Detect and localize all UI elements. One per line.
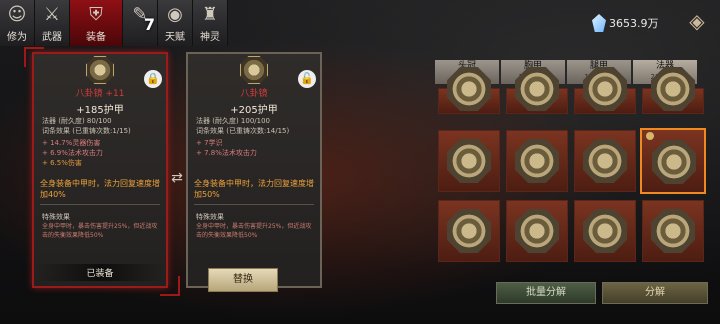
crystal-icon [592, 14, 606, 32]
special-effect-desc: 全身中甲时，暴击伤害提升25%，但近战攻击的失衡效果降低50% [196, 223, 312, 239]
tab-label: 武器 [42, 32, 62, 43]
set-bonus-highlight: 全身装备中甲时，法力回复速度增加40% [40, 179, 160, 199]
tab-equipment[interactable]: ⛨ 装备 [70, 0, 123, 46]
bagua-mirror-icon [583, 139, 627, 183]
inventory-slot[interactable] [574, 67, 636, 114]
item-name: 八卦镜 +11 [75, 89, 125, 99]
bagua-mirror-icon [652, 140, 696, 184]
tab-talent[interactable]: ◉ 天赋 [158, 0, 193, 46]
bagua-mirror-icon [515, 209, 559, 253]
talent-icon: ◉ [167, 4, 183, 25]
special-effect-title: 特殊效果 [42, 213, 70, 221]
affix-header: 词条效果 (已重铸次数:1/15) [42, 127, 131, 135]
inventory-slot[interactable] [438, 200, 500, 262]
affix-line: + 7.8%法术攻击力 [196, 149, 257, 157]
inventory-slot[interactable] [506, 200, 568, 262]
equipped-dot-icon [646, 132, 654, 140]
decompose-button[interactable]: 分解 [602, 282, 708, 304]
tab-weapons[interactable]: ⚔ 武器 [35, 0, 70, 46]
main-stat: +205护甲 [230, 105, 278, 116]
crossed-swords-icon: ⚔ [43, 4, 61, 25]
affix-line: + 7学识 [196, 139, 223, 147]
equipped-label: 已装备 [34, 264, 166, 281]
inventory-slot[interactable] [574, 200, 636, 262]
special-effect-desc: 全身中甲时，暴击伤害提升25%，但近战攻击的失衡效果降低50% [42, 223, 158, 239]
inventory-slot[interactable] [506, 67, 568, 114]
affix-line-gold: + 6.5%伤害 [42, 159, 82, 167]
swap-arrows-icon: ⇄ [171, 170, 183, 186]
equipment-tabs: ☺ 修为 ⚔ 武器 ⛨ 装备 ✎ 7 ◉ 天赋 ♜ 神灵 [0, 0, 228, 46]
divider [194, 204, 314, 205]
affix-header: 词条效果 (已重铸次数:14/15) [196, 127, 290, 135]
inventory-slot[interactable] [642, 200, 704, 262]
bagua-mirror-icon [447, 67, 491, 111]
batch-decompose-button[interactable]: 批量分解 [496, 282, 596, 304]
set-bonus-highlight: 全身装备中甲时，法力回复速度增加50% [194, 179, 314, 199]
bagua-mirror-icon [515, 139, 559, 183]
replace-button[interactable]: 替换 [208, 268, 278, 292]
armor-icon: ⛨ [89, 4, 103, 25]
main-stat: +185护甲 [76, 105, 124, 116]
currency-display: 3653.9万 [592, 12, 662, 34]
bagua-mirror-icon [651, 209, 695, 253]
divider [40, 204, 160, 205]
item-name: 八卦镜 [240, 89, 268, 99]
item-type: 法器 (耐久度) 100/100 [196, 117, 270, 125]
inventory-slot[interactable] [642, 67, 704, 114]
tab-label: 天赋 [165, 32, 185, 43]
inventory-slot[interactable] [438, 130, 500, 192]
currency-amount: 3653.9万 [609, 17, 659, 30]
inventory-slot[interactable] [574, 130, 636, 192]
item-type: 法器 (耐久度) 80/100 [42, 117, 112, 125]
affix-line: + 14.7%灵器伤害 [42, 139, 101, 147]
portrait-icon: ☺ [7, 4, 27, 25]
bagua-mirror-icon [240, 56, 268, 84]
tab-deity[interactable]: ♜ 神灵 [193, 0, 228, 46]
compare-item-card[interactable]: 🔓 八卦镜 +205护甲 法器 (耐久度) 100/100 词条效果 (已重铸次… [186, 52, 322, 288]
affix-line: + 6.9%法术攻击力 [42, 149, 103, 157]
tab-scroll[interactable]: ✎ 7 [123, 0, 158, 46]
special-effect-title: 特殊效果 [196, 213, 224, 221]
inventory-slot-selected[interactable] [640, 128, 706, 194]
tab-label: 装备 [86, 32, 106, 43]
tab-cultivation[interactable]: ☺ 修为 [0, 0, 35, 46]
inventory-slot[interactable] [506, 130, 568, 192]
bagua-mirror-icon [447, 209, 491, 253]
bagua-mirror-icon [583, 209, 627, 253]
back-icon[interactable]: ◈ [684, 8, 710, 34]
tab-label: 神灵 [200, 32, 220, 43]
tab-label: 修为 [7, 32, 27, 43]
equipped-item-card[interactable]: 🔒 八卦镜 +11 +185护甲 法器 (耐久度) 80/100 词条效果 (已… [32, 52, 168, 288]
notification-badge: 7 [143, 15, 155, 34]
inventory-slot[interactable] [438, 67, 500, 114]
statue-icon: ♜ [201, 4, 219, 25]
bagua-mirror-icon [86, 56, 114, 84]
bagua-mirror-icon [447, 139, 491, 183]
